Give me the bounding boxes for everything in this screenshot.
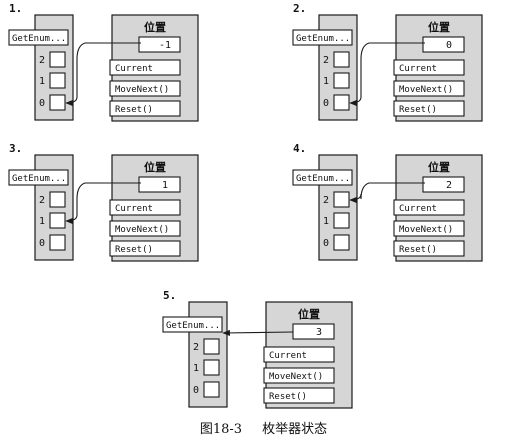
method-label-2: Reset()	[115, 245, 153, 255]
slot-box-0	[333, 234, 350, 251]
slot-index-2: 2	[323, 55, 329, 66]
step-number: 2.	[293, 2, 306, 15]
slot-index-0: 0	[39, 238, 45, 249]
slot-box-2	[49, 51, 66, 68]
slot-index-1: 1	[39, 76, 45, 87]
slot-index-0: 0	[39, 98, 45, 109]
position-value: 2	[446, 180, 452, 191]
slot-index-1: 1	[39, 216, 45, 227]
position-value: 3	[316, 327, 322, 338]
slot-box-2	[203, 338, 220, 355]
slot-box-0	[203, 381, 220, 398]
method-label-0: Current	[115, 64, 153, 74]
slot-box-1	[333, 72, 350, 89]
position-box	[422, 36, 465, 53]
method-label-0: Current	[115, 204, 153, 214]
enumerator-title: 位置	[144, 160, 166, 174]
enumerator-title: 位置	[428, 160, 450, 174]
getenum-label: GetEnum...	[12, 34, 66, 44]
method-label-1: MoveNext()	[399, 85, 453, 95]
slot-box-0	[333, 94, 350, 111]
slot-index-2: 2	[193, 342, 199, 353]
step-number: 4.	[293, 142, 306, 155]
slot-index-0: 0	[323, 98, 329, 109]
position-box	[292, 323, 335, 340]
method-label-1: MoveNext()	[115, 225, 169, 235]
method-label-2: Reset()	[399, 105, 437, 115]
caption-figure-number: 图18-3	[199, 422, 243, 437]
enumerator-title: 位置	[428, 20, 450, 34]
method-label-1: MoveNext()	[115, 85, 169, 95]
method-label-1: MoveNext()	[269, 372, 323, 382]
position-box	[138, 176, 181, 193]
figure-caption: 图18-3 枚举器状态	[0, 418, 527, 437]
method-label-1: MoveNext()	[399, 225, 453, 235]
slot-box-0	[49, 94, 66, 111]
method-label-0: Current	[399, 64, 437, 74]
slot-index-1: 1	[323, 76, 329, 87]
slot-box-2	[333, 191, 350, 208]
slot-box-1	[49, 72, 66, 89]
enumerator-title: 位置	[144, 20, 166, 34]
method-label-2: Reset()	[115, 105, 153, 115]
slot-box-1	[203, 359, 220, 376]
slot-index-2: 2	[323, 195, 329, 206]
step-number: 5.	[163, 289, 176, 302]
method-label-0: Current	[399, 204, 437, 214]
slot-index-2: 2	[39, 55, 45, 66]
method-label-2: Reset()	[269, 392, 307, 402]
enumerator-states-diagram: 1. GetEnum... 2 1 0 位置 -1 Current MoveNext() Rese…	[8, 2, 483, 409]
step-number: 1.	[9, 2, 22, 15]
enumerator-panel-1: 1. GetEnum... 2 1 0 位置 -1 Current MoveNext() Rese…	[8, 2, 199, 122]
slot-index-0: 0	[323, 238, 329, 249]
enumerator-panel-2: 2. GetEnum... 2 1 0 位置 0 Current MoveNext() Reset…	[292, 2, 483, 122]
getenum-label: GetEnum...	[166, 321, 220, 331]
enumerator-panel-5: 5. GetEnum... 2 1 0 位置 3 Current MoveNext() Reset…	[162, 289, 353, 409]
method-label-2: Reset()	[399, 245, 437, 255]
enumerator-panel-4: 4. GetEnum... 2 1 0 位置 2 Current MoveNext() Reset…	[292, 142, 483, 262]
slot-index-0: 0	[193, 385, 199, 396]
slot-box-2	[49, 191, 66, 208]
slot-index-1: 1	[323, 216, 329, 227]
slot-index-1: 1	[193, 363, 199, 374]
slot-index-2: 2	[39, 195, 45, 206]
enumerator-panel-3: 3. GetEnum... 2 1 0 位置 1 Current MoveNext() Reset…	[8, 142, 199, 262]
getenum-label: GetEnum...	[296, 34, 350, 44]
getenum-label: GetEnum...	[12, 174, 66, 184]
slot-box-1	[49, 212, 66, 229]
method-label-0: Current	[269, 351, 307, 361]
enumerator-title: 位置	[298, 307, 320, 321]
position-box	[422, 176, 465, 193]
caption-text: 枚举器状态	[262, 422, 328, 437]
getenum-label: GetEnum...	[296, 174, 350, 184]
slot-box-1	[333, 212, 350, 229]
slot-box-0	[49, 234, 66, 251]
position-value: -1	[159, 40, 171, 51]
step-number: 3.	[9, 142, 22, 155]
position-value: 1	[162, 180, 168, 191]
slot-box-2	[333, 51, 350, 68]
position-value: 0	[446, 40, 452, 51]
